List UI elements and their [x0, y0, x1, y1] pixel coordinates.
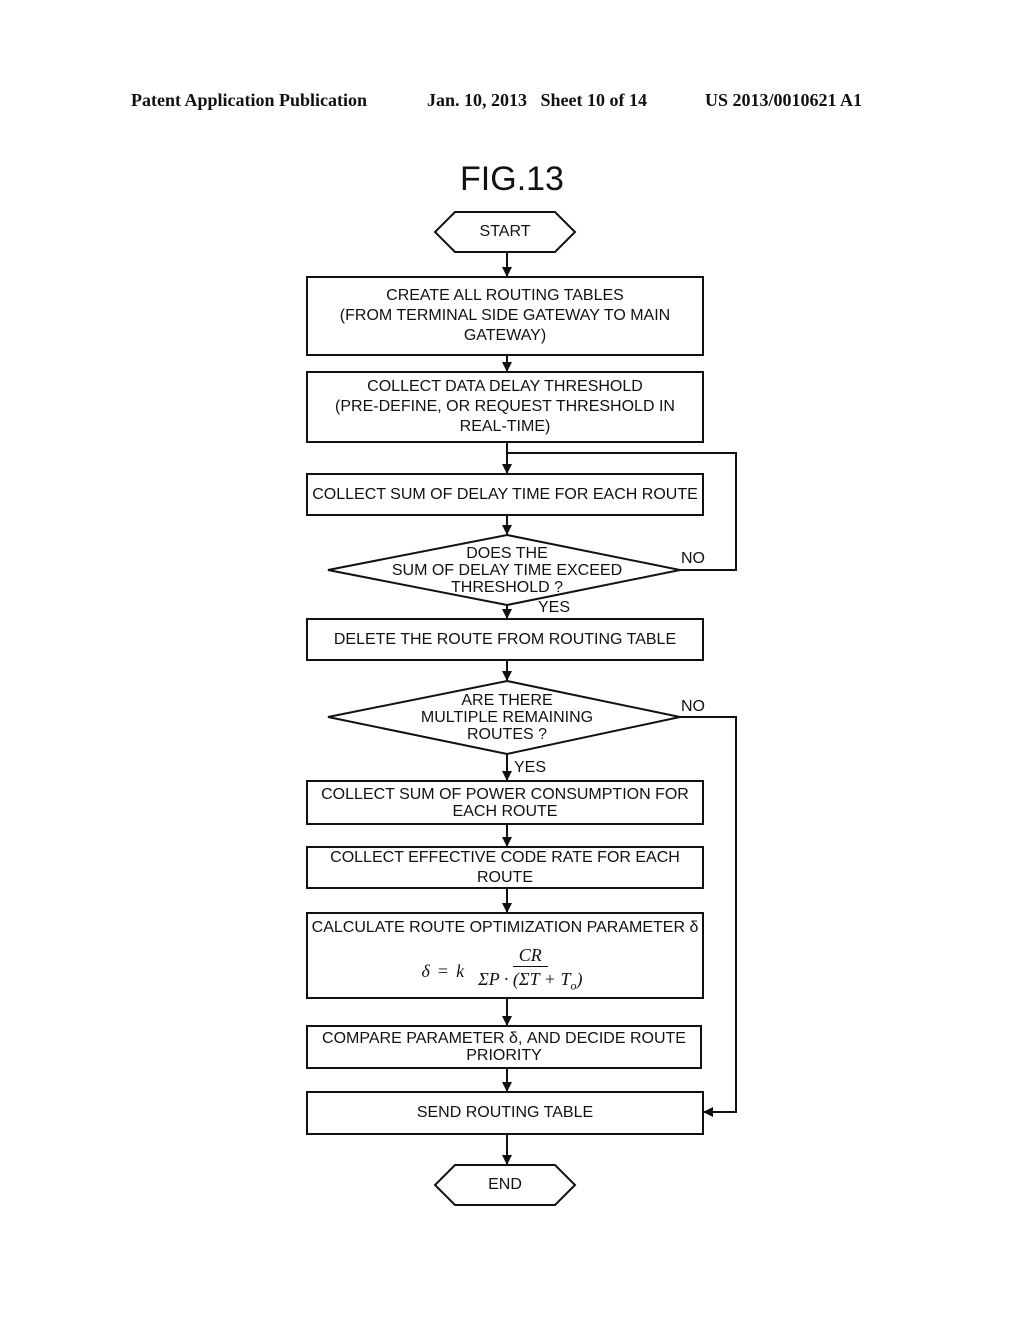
formula-denominator-main: ΣP · (ΣT + T [478, 969, 571, 989]
optimization-formula: δ = k CR ΣP · (ΣT + To) [422, 944, 589, 998]
multiple-routes-line3: ROUTES ? [466, 725, 547, 743]
send-table-step: SEND ROUTING TABLE [307, 1092, 703, 1134]
yes-label-threshold: YES [538, 599, 571, 616]
exceed-threshold-line3: THRESHOLD ? [450, 578, 564, 596]
collect-threshold-step: COLLECT DATA DELAY THRESHOLD (PRE-DEFINE… [307, 372, 703, 442]
multiple-routes-line1: ARE THERE [461, 691, 553, 709]
formula-coef: k [456, 960, 465, 981]
collect-code-rate-step: COLLECT EFFECTIVE CODE RATE FOR EACH ROU… [307, 847, 703, 888]
create-tables-line1: CREATE ALL ROUTING TABLES [386, 287, 624, 304]
collect-threshold-line1: COLLECT DATA DELAY THRESHOLD [367, 378, 643, 395]
no-label-threshold: NO [681, 550, 705, 567]
collect-delay-label: COLLECT SUM OF DELAY TIME FOR EACH ROUTE [312, 485, 698, 503]
send-table-label: SEND ROUTING TABLE [416, 1104, 594, 1121]
compare-param-step: COMPARE PARAMETER δ, AND DECIDE ROUTE PR… [307, 1026, 701, 1068]
formula-equals: = [437, 960, 449, 981]
exceed-threshold-decision: DOES THE SUM OF DELAY TIME EXCEED THRESH… [380, 542, 634, 598]
start-label: START [479, 223, 531, 240]
formula-lhs: δ [421, 960, 430, 981]
formula-close-paren: ) [576, 969, 583, 989]
collect-delay-step: COLLECT SUM OF DELAY TIME FOR EACH ROUTE [307, 474, 703, 515]
formula-denominator: ΣP · (ΣT + To) [472, 967, 588, 998]
end-terminal: END [435, 1165, 575, 1205]
calculate-param-step: CALCULATE ROUTE OPTIMIZATION PARAMETER δ… [307, 913, 703, 998]
delete-route-step: DELETE THE ROUTE FROM ROUTING TABLE [307, 619, 703, 660]
exceed-threshold-line2: SUM OF DELAY TIME EXCEED [391, 561, 623, 579]
delete-route-label: DELETE THE ROUTE FROM ROUTING TABLE [333, 630, 677, 648]
create-tables-line3: GATEWAY) [463, 327, 547, 344]
collect-power-line2: EACH ROUTE [452, 802, 558, 820]
collect-code-rate-label: COLLECT EFFECTIVE CODE RATE FOR EACH ROU… [330, 848, 680, 886]
formula-numerator: CR [512, 944, 548, 967]
formula-fraction: CR ΣP · (ΣT + To) [472, 944, 588, 998]
start-terminal: START [435, 212, 575, 252]
calculate-param-label: CALCULATE ROUTE OPTIMIZATION PARAMETER δ [311, 919, 699, 936]
create-tables-step: CREATE ALL ROUTING TABLES (FROM TERMINAL… [307, 277, 703, 355]
multiple-routes-line2: MULTIPLE REMAINING [420, 708, 594, 726]
multiple-routes-decision: ARE THERE MULTIPLE REMAINING ROUTES ? [390, 689, 624, 745]
compare-param-line1: COMPARE PARAMETER δ, AND DECIDE ROUTE [322, 1030, 686, 1047]
end-label: END [488, 1176, 522, 1193]
collect-power-line1: COLLECT SUM OF POWER CONSUMPTION FOR [321, 785, 689, 803]
no-label-routes: NO [681, 698, 705, 715]
yes-label-routes: YES [514, 759, 547, 776]
create-tables-line2: (FROM TERMINAL SIDE GATEWAY TO MAIN [339, 307, 671, 324]
exceed-threshold-line1: DOES THE [466, 544, 548, 562]
collect-threshold-line3: REAL-TIME) [459, 418, 551, 435]
compare-param-line2: PRIORITY [466, 1047, 542, 1064]
collect-threshold-line2: (PRE-DEFINE, OR REQUEST THRESHOLD IN [335, 398, 675, 415]
collect-power-step: COLLECT SUM OF POWER CONSUMPTION FOR EAC… [307, 781, 703, 824]
